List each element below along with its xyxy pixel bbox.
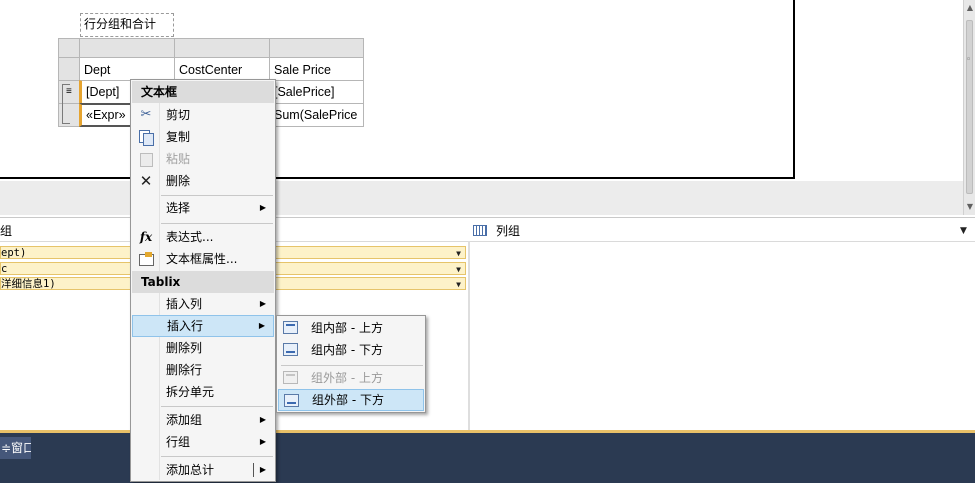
insert-row-submenu: 组内部 - 上方 组内部 - 下方 组外部 - 上方 组外部 - 下方 <box>276 315 426 413</box>
header-cell-dept[interactable]: Dept <box>79 57 175 81</box>
row-group-item-label: c <box>1 263 8 275</box>
menu-item-copy[interactable]: 复制 <box>132 126 274 148</box>
menu-section-tablix: Tablix <box>132 271 274 293</box>
submenu-item-inside-above[interactable]: 组内部 - 上方 <box>278 317 424 339</box>
menu-section-textbox: 文本框 <box>132 81 274 103</box>
column-handle-3[interactable] <box>269 38 364 58</box>
tablix-corner-handle[interactable] <box>58 38 80 58</box>
submenu-item-label: 组外部 - 下方 <box>312 393 384 407</box>
menu-separator <box>161 456 273 457</box>
submenu-arrow-icon: ▶ <box>259 437 266 446</box>
submenu-item-label: 组内部 - 上方 <box>311 321 383 335</box>
row-groups-label: 组 <box>0 224 13 238</box>
menu-separator <box>161 406 273 407</box>
menu-item-select[interactable]: 选择 ▶ <box>132 197 274 219</box>
submenu-item-label: 组外部 - 上方 <box>311 371 383 385</box>
submenu-arrow-icon: ▶ <box>259 299 266 308</box>
menu-item-label: 选择 <box>166 201 191 215</box>
row-group-item-label: ept) <box>1 247 27 259</box>
header-cell-costcenter[interactable]: CostCenter <box>174 57 270 81</box>
column-groups-header: 列组 ▼ <box>470 221 975 241</box>
detail-cell-saleprice[interactable]: [SalePrice] <box>269 80 364 104</box>
grid-icon <box>473 225 487 236</box>
copy-icon <box>138 129 154 146</box>
submenu-item-label: 组内部 - 下方 <box>311 343 383 357</box>
scroll-thumb[interactable] <box>966 20 973 194</box>
menu-item-label: 拆分单元 <box>166 385 215 399</box>
header-cell-saleprice[interactable]: Sale Price <box>269 57 364 81</box>
menu-item-add-group[interactable]: 添加组 ▶ <box>132 409 274 431</box>
column-handle-1[interactable] <box>79 38 175 58</box>
fx-icon: fx <box>139 230 153 244</box>
menu-item-label: 行组 <box>166 435 191 449</box>
paste-icon <box>138 151 154 167</box>
total-cell-saleprice[interactable]: Sum(SalePrice <box>269 103 364 127</box>
delete-x-icon: ✕ <box>139 172 153 190</box>
scroll-marker-icon: ◦ <box>966 55 972 65</box>
menu-item-row-group[interactable]: 行组 ▶ <box>132 431 274 453</box>
row-group-bracket <box>62 84 70 124</box>
menu-item-insert-row[interactable]: 插入行 ▶ <box>132 315 274 337</box>
menu-item-label: 插入行 <box>167 319 204 333</box>
menu-item-add-total[interactable]: 添加总计 ▶ <box>132 459 274 481</box>
menu-item-label: 删除列 <box>166 341 203 355</box>
menu-separator <box>161 195 273 196</box>
vertical-scrollbar[interactable]: ▲ ▼ <box>963 0 975 215</box>
column-groups-label: 列组 <box>496 224 521 238</box>
submenu-item-outside-above[interactable]: 组外部 - 上方 <box>278 367 424 389</box>
menu-item-label: 粘贴 <box>166 152 191 166</box>
scroll-down-arrow-icon[interactable]: ▼ <box>965 202 975 211</box>
scroll-up-arrow-icon[interactable]: ▲ <box>965 3 975 12</box>
column-groups-dropdown-icon[interactable]: ▼ <box>960 221 967 241</box>
menu-item-label: 删除 <box>166 174 191 188</box>
scissors-icon: ✂ <box>140 107 152 122</box>
chevron-down-icon[interactable]: ▼ <box>456 278 461 289</box>
menu-separator <box>281 365 423 366</box>
insert-row-above-icon <box>283 371 298 384</box>
menu-item-label: 复制 <box>166 130 191 144</box>
submenu-arrow-icon: ▶ <box>259 465 266 474</box>
menu-separator <box>161 223 273 224</box>
menu-item-label: 添加总计 <box>166 463 215 477</box>
insert-row-above-icon <box>283 321 298 334</box>
grouping-pane-divider[interactable] <box>468 241 470 430</box>
submenu-item-outside-below[interactable]: 组外部 - 下方 <box>278 389 424 411</box>
context-menu: 文本框 ✂ 剪切 复制 粘贴 ✕ 删除 选择 ▶ fx 表达式... 文本框属性… <box>130 79 276 482</box>
menu-item-label: 剪切 <box>166 108 191 122</box>
row-group-item-label: 洋细信息1) <box>1 278 56 290</box>
menu-item-delete-column[interactable]: 删除列 <box>132 337 274 359</box>
menu-item-label: 插入列 <box>166 297 203 311</box>
submenu-item-inside-below[interactable]: 组内部 - 下方 <box>278 339 424 361</box>
menu-item-delete[interactable]: ✕ 删除 <box>132 170 274 192</box>
insert-row-below-icon <box>284 394 299 407</box>
menu-item-split-cells[interactable]: 拆分单元 <box>132 381 274 403</box>
menu-item-cut[interactable]: ✂ 剪切 <box>132 104 274 126</box>
column-handle-2[interactable] <box>174 38 270 58</box>
menu-item-label: 文本框属性... <box>166 252 238 266</box>
properties-icon <box>138 251 154 267</box>
menu-item-label: 删除行 <box>166 363 203 377</box>
submenu-arrow-icon: ▶ <box>258 321 265 330</box>
submenu-arrow-icon: ▶ <box>259 415 266 424</box>
chevron-down-icon[interactable]: ▼ <box>456 247 461 258</box>
split-divider <box>253 463 254 477</box>
insert-row-below-icon <box>283 343 298 356</box>
tool-window-tab[interactable]: ≑窗口 <box>0 437 31 459</box>
menu-item-expression[interactable]: fx 表达式... <box>132 226 274 248</box>
menu-item-label: 添加组 <box>166 413 203 427</box>
submenu-arrow-icon: ▶ <box>259 203 266 212</box>
chevron-down-icon[interactable]: ▼ <box>456 263 461 274</box>
menu-item-insert-column[interactable]: 插入列 ▶ <box>132 293 274 315</box>
menu-item-label: 表达式... <box>166 230 214 244</box>
report-title-textbox[interactable]: 行分组和合计 <box>80 13 174 37</box>
row-handle-header[interactable] <box>58 57 80 81</box>
menu-item-textbox-properties[interactable]: 文本框属性... <box>132 248 274 270</box>
menu-item-delete-row[interactable]: 删除行 <box>132 359 274 381</box>
menu-item-paste[interactable]: 粘贴 <box>132 148 274 170</box>
